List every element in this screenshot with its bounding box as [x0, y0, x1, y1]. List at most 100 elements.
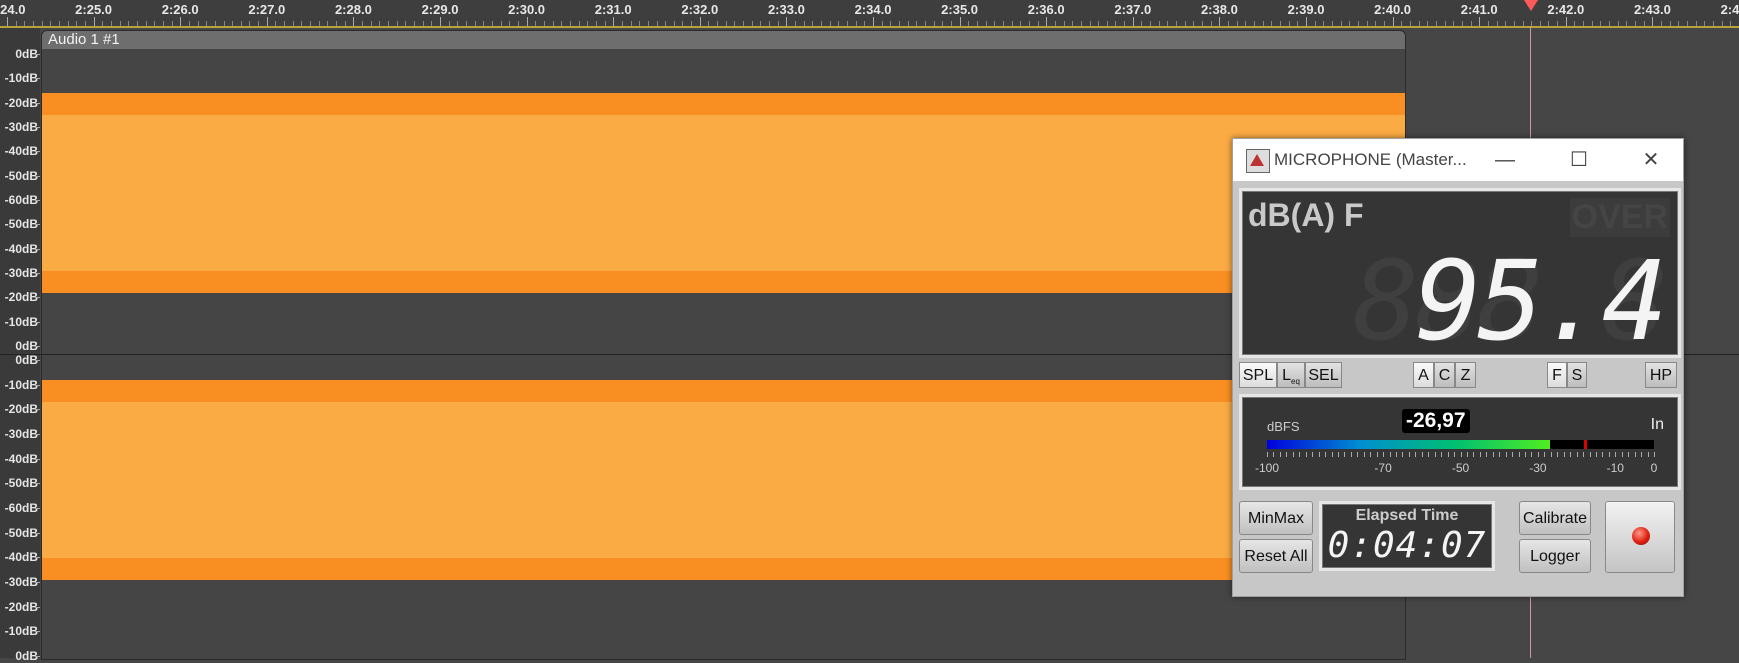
ruler-time-label: 2:28.0 [334, 2, 372, 17]
clip-title[interactable]: Audio 1 #1 [42, 31, 1405, 49]
ruler-tick [795, 21, 797, 26]
db-scale-label: -50dB [4, 217, 38, 232]
ruler-tick [1054, 21, 1056, 26]
ruler-tick [907, 21, 909, 26]
calibrate-button[interactable]: Calibrate [1519, 501, 1591, 535]
ruler-tick [1487, 21, 1489, 26]
ruler-tick [431, 21, 433, 26]
ruler-tick [1669, 21, 1671, 26]
level-scale-tick [1383, 452, 1385, 457]
ruler-tick [76, 21, 78, 26]
ruler-tick [994, 21, 996, 26]
minmax-button[interactable]: MinMax [1239, 501, 1313, 535]
ruler-tick [1028, 21, 1030, 26]
input-label: In [1650, 416, 1664, 433]
ruler-time-label: 2:38.0 [1200, 2, 1238, 17]
record-button[interactable] [1605, 501, 1675, 573]
ruler-tick [1037, 21, 1039, 26]
c-weighting-button[interactable]: C [1434, 362, 1455, 388]
ruler-tick [1479, 17, 1481, 26]
playhead-marker[interactable] [1524, 0, 1538, 11]
ruler-tick [1591, 21, 1593, 26]
level-scale-label: -30 [1529, 461, 1547, 475]
ruler-tick [569, 21, 571, 26]
level-scale-tick [1608, 452, 1610, 457]
maximize-icon[interactable]: ☐ [1559, 145, 1599, 175]
minimize-icon[interactable]: — [1485, 145, 1525, 175]
ruler-tick [388, 21, 390, 26]
record-led-icon [1632, 527, 1650, 545]
db-scale-label: -10dB [4, 377, 38, 392]
hp-button[interactable]: HP [1645, 362, 1677, 388]
level-scale-tick [1344, 452, 1346, 457]
db-scale-tick [35, 532, 40, 534]
ruler-tick [1046, 17, 1048, 26]
level-scale-tick [1402, 452, 1404, 457]
ruler-tick [1098, 21, 1100, 26]
ruler-tick [1652, 17, 1654, 26]
ruler-tick [145, 21, 147, 26]
ruler-tick [1626, 21, 1628, 26]
ruler-tick [1721, 21, 1723, 26]
ruler-tick [1072, 21, 1074, 26]
db-scale-tick [35, 631, 40, 633]
ruler-tick [353, 17, 355, 26]
db-scale-label: -30dB [4, 266, 38, 280]
fast-button[interactable]: F [1547, 362, 1567, 388]
ruler-tick [284, 21, 286, 26]
level-scale-tick [1479, 452, 1481, 457]
ruler-tick [327, 21, 329, 26]
leq-button[interactable]: Leq [1277, 362, 1305, 388]
logger-button[interactable]: Logger [1519, 539, 1591, 573]
db-scale-tick [35, 321, 40, 323]
ruler-tick [639, 21, 641, 26]
ruler-tick [1470, 21, 1472, 26]
level-scale-tick [1292, 452, 1294, 457]
sound-level-meter-window[interactable]: MICROPHONE (Master... — ☐ ✕ dB(A) F OVER… [1232, 138, 1684, 597]
db-scale-tick [35, 434, 40, 435]
dbfs-value: -26,97 [1402, 409, 1470, 433]
spl-button[interactable]: SPL [1239, 362, 1277, 388]
db-scale-tick [35, 508, 40, 509]
reset-all-button[interactable]: Reset All [1239, 539, 1313, 573]
db-scale-label: -10dB [4, 71, 38, 86]
level-scale-tick [1273, 452, 1275, 457]
audio-clip[interactable]: Audio 1 #1 [41, 30, 1406, 660]
sel-button[interactable]: SEL [1305, 362, 1342, 388]
db-scale-tick [35, 346, 40, 347]
ruler-tick [587, 21, 589, 26]
ruler-tick [786, 17, 788, 26]
ruler-tick [873, 17, 874, 26]
close-icon[interactable]: ✕ [1631, 145, 1671, 175]
level-scale-tick [1589, 452, 1591, 457]
ruler-tick [898, 21, 900, 26]
level-scale-tick [1641, 452, 1643, 457]
ruler-tick [1193, 21, 1195, 26]
ruler-tick [1375, 21, 1377, 26]
ruler-tick [1643, 21, 1645, 26]
ruler-tick [682, 21, 684, 26]
ruler-tick [665, 21, 667, 26]
ruler-tick [1314, 21, 1316, 26]
ruler-tick [1280, 21, 1282, 26]
elapsed-time-display: Elapsed Time 0:04:07 [1319, 501, 1495, 571]
ruler-tick [379, 21, 381, 26]
z-weighting-button[interactable]: Z [1455, 362, 1476, 388]
timeline-ruler[interactable]: 2:24.0 2:25.0 2:26.0 2:27.0 2:28.0 2:29.0 2:30… [0, 0, 1739, 28]
ruler-tick [1730, 21, 1732, 26]
level-scale-tick [1563, 452, 1565, 457]
a-weighting-button[interactable]: A [1413, 362, 1434, 388]
ruler-tick [812, 21, 814, 26]
db-scale-tick [35, 656, 40, 657]
level-scale-tick [1396, 452, 1397, 457]
ruler-tick [1331, 21, 1333, 26]
level-scale-tick [1525, 452, 1526, 457]
db-scale-tick [35, 127, 40, 128]
db-scale-label: -20dB [4, 290, 38, 305]
ruler-tick [1713, 21, 1715, 26]
slow-button[interactable]: S [1567, 362, 1587, 388]
ruler-tick [864, 21, 866, 26]
db-scale-label: -10dB [4, 314, 38, 329]
meter-titlebar[interactable]: MICROPHONE (Master... — ☐ ✕ [1233, 139, 1683, 181]
level-scale-tick [1557, 452, 1559, 457]
